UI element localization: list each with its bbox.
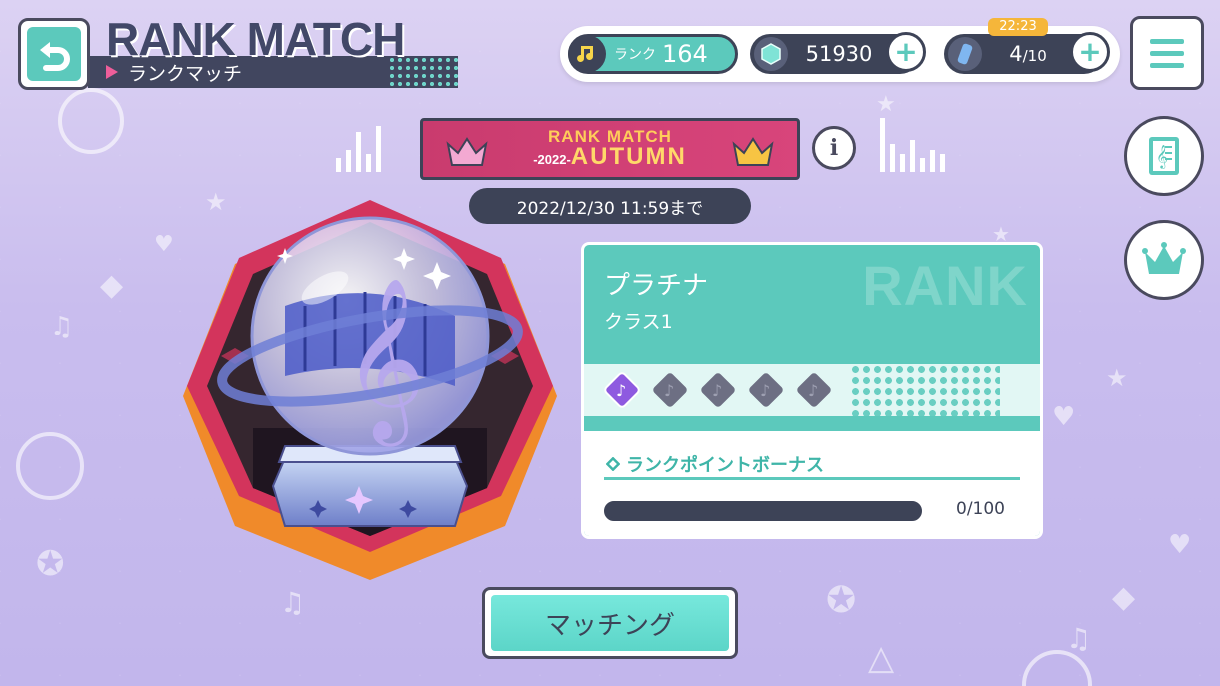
info-button[interactable]: i: [812, 126, 856, 170]
stamina-max: /10: [1022, 47, 1047, 65]
hamburger-line: [1150, 38, 1184, 44]
heart-icon: ♥: [154, 232, 174, 257]
decor-ring: [58, 88, 124, 154]
diamond-icon: ◆: [100, 268, 124, 303]
rank-step-empty-icon: ♪: [701, 373, 735, 407]
hamburger-line: [1150, 62, 1184, 68]
status-panel: ランク 164 51930 + 22:23 4/10 +: [560, 18, 1120, 82]
bonus-progress-value: 0/100: [956, 499, 1005, 519]
page-title: RANK MATCH: [106, 13, 405, 65]
plus-icon: +: [1078, 35, 1102, 68]
rank-label: ランク: [614, 47, 656, 63]
stamina-pill: 4/10 +: [944, 32, 1110, 74]
decor-ring: [16, 432, 84, 500]
hamburger-line: [1150, 50, 1184, 56]
back-arrow-icon: [27, 27, 81, 81]
info-icon: i: [829, 135, 839, 161]
plus-icon: +: [894, 35, 918, 68]
headphones-icon: ♥: [1168, 530, 1192, 560]
svg-text:♪: ♪: [616, 381, 626, 400]
diamond-bullet-icon: [606, 457, 620, 471]
bonus-progress-bar: [604, 501, 922, 521]
rank-step-empty-icon: ♪: [797, 373, 831, 407]
laurel-star-icon: ✪: [36, 544, 65, 584]
matching-button-label: マッチング: [491, 595, 729, 651]
equalizer-decor: [336, 118, 381, 172]
divider: [604, 477, 1020, 480]
matching-button[interactable]: マッチング: [482, 587, 738, 659]
add-stamina-button[interactable]: +: [1070, 32, 1110, 72]
star-icon: ★: [1106, 364, 1128, 392]
add-gems-button[interactable]: +: [886, 32, 926, 72]
music-note-icon: ♫: [1066, 622, 1092, 655]
dot-pattern: [850, 364, 1000, 416]
diamond-icon: ◆: [1112, 580, 1136, 615]
rank-name: プラチナ: [604, 271, 709, 301]
laurel-star-icon: ✪: [826, 580, 857, 621]
season-year: -2022-: [533, 152, 571, 167]
rank-value: 164: [662, 40, 708, 68]
music-note-icon: ♫: [50, 312, 74, 342]
rank-step-empty-icon: ♪: [653, 373, 687, 407]
svg-text:♪: ♪: [664, 381, 674, 400]
heart-icon: ♥: [1052, 402, 1076, 432]
rank-info-card: RANK プラチナ クラス1 ♪ ♪ ♪ ♪ ♪ ランクポイントボーナス 0/1…: [581, 242, 1043, 539]
season-banner[interactable]: RANK MATCH -2022-AUTUMN: [420, 118, 800, 180]
rank-step-empty-icon: ♪: [749, 373, 783, 407]
stamina-timer: 22:23: [988, 18, 1048, 36]
song-list-button[interactable]: 𝄞: [1124, 116, 1204, 196]
stamina-current: 4: [1009, 42, 1023, 66]
equalizer-decor: [880, 118, 945, 172]
ranking-button[interactable]: [1124, 220, 1204, 300]
player-rank-pill[interactable]: ランク 164: [568, 34, 738, 74]
bonus-title: ランクポイントボーナス: [626, 455, 824, 476]
svg-text:𝄞: 𝄞: [343, 277, 426, 447]
menu-button[interactable]: [1130, 16, 1204, 90]
rank-step-filled-icon: ♪: [604, 372, 640, 408]
gem-pill: 51930 +: [750, 32, 926, 74]
rank-emblem: 𝄞: [183, 200, 557, 580]
rank-class: クラス1: [604, 311, 673, 333]
svg-text:♪: ♪: [808, 381, 818, 400]
triangle-icon: △: [868, 638, 895, 678]
bonus-title-row: ランクポイントボーナス: [606, 451, 824, 477]
rank-step-strip: ♪ ♪ ♪ ♪ ♪: [584, 364, 1040, 416]
season-banner-line2: -2022-AUTUMN: [533, 143, 687, 171]
season-name: AUTUMN: [570, 143, 687, 170]
music-score-icon: 𝄞: [1149, 137, 1179, 175]
music-note-icon: [568, 35, 606, 73]
crystal-gem-icon: [754, 37, 788, 71]
crown-icon: [1142, 242, 1186, 274]
triangle-marker-icon: [106, 65, 118, 79]
music-note-icon: ♫: [280, 586, 306, 619]
star-icon: ★: [876, 92, 896, 117]
rank-point-bonus-section: ランクポイントボーナス 0/100: [584, 431, 1040, 536]
back-button[interactable]: [18, 18, 90, 90]
crown-icon: [446, 137, 488, 166]
rank-watermark: RANK: [862, 254, 1028, 317]
decor-ring: [1022, 650, 1092, 686]
live-bonus-drink-icon: [948, 37, 982, 71]
svg-text:♪: ♪: [760, 381, 770, 400]
crown-icon: [732, 137, 774, 166]
svg-text:♪: ♪: [712, 381, 722, 400]
